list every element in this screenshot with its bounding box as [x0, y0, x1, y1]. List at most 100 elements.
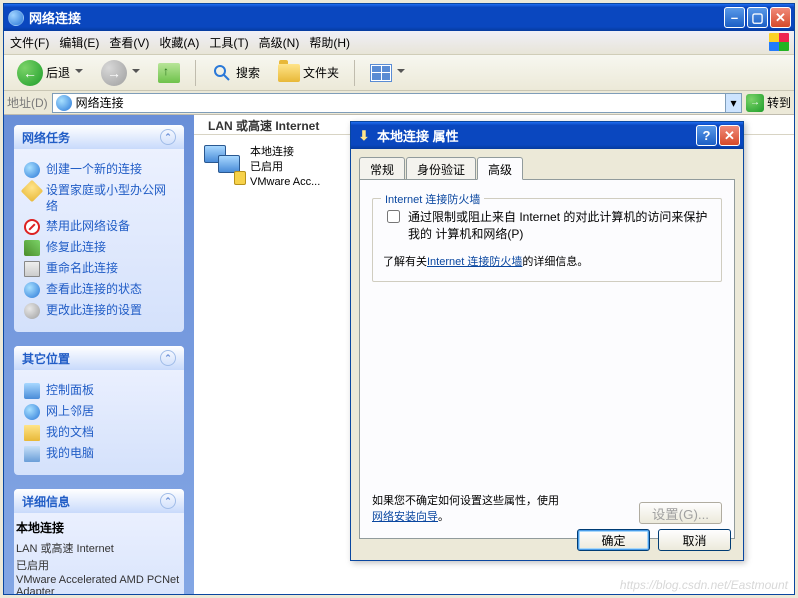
panel-title: 其它位置 — [22, 350, 70, 367]
menubar: 文件(F) 编辑(E) 查看(V) 收藏(A) 工具(T) 高级(N) 帮助(H… — [4, 31, 794, 55]
network-icon — [56, 95, 72, 111]
collapse-icon[interactable]: ⌃ — [160, 350, 176, 366]
rename-icon — [24, 261, 40, 277]
task-create-connection[interactable]: 创建一个新的连接 — [24, 162, 174, 178]
other-places-header[interactable]: 其它位置 ⌃ — [14, 346, 184, 370]
computer-icon — [24, 446, 40, 462]
wizard-link[interactable]: 网络安装向导 — [372, 511, 438, 523]
firewall-checkbox-row[interactable]: 通过限制或阻止来自 Internet 的对此计算机的访问来保护我的 计算机和网络… — [383, 209, 711, 243]
task-disable-device[interactable]: 禁用此网络设备 — [24, 219, 174, 235]
control-panel-icon — [24, 383, 40, 399]
tab-general[interactable]: 常规 — [359, 157, 405, 179]
place-network-neighborhood[interactable]: 网上邻居 — [24, 404, 174, 420]
info-icon — [24, 282, 40, 298]
forward-button[interactable]: → — [94, 56, 147, 90]
dropdown-icon[interactable] — [132, 69, 140, 77]
tab-page: Internet 连接防火墙 通过限制或阻止来自 Internet 的对此计算机… — [359, 179, 735, 539]
close-button[interactable]: ✕ — [770, 7, 791, 28]
menu-tools[interactable]: 工具(T) — [209, 34, 248, 51]
search-button[interactable]: 搜索 — [204, 58, 267, 88]
up-button[interactable] — [151, 59, 187, 87]
conn-status: 已启用 — [250, 160, 320, 175]
tab-advanced[interactable]: 高级 — [477, 157, 523, 180]
separator — [354, 60, 355, 86]
menu-adv[interactable]: 高级(N) — [259, 34, 300, 51]
address-dropdown[interactable]: ▾ — [725, 94, 741, 112]
dropdown-icon[interactable] — [75, 69, 83, 77]
menu-help[interactable]: 帮助(H) — [309, 34, 350, 51]
detail-device: VMware Accelerated AMD PCNet Adapter — [16, 574, 182, 594]
menu-file[interactable]: 文件(F) — [10, 34, 49, 51]
collapse-icon[interactable]: ⌃ — [160, 129, 176, 145]
tab-auth[interactable]: 身份验证 — [406, 157, 476, 179]
titlebar[interactable]: 网络连接 – ▢ ✕ — [4, 4, 794, 31]
address-value: 网络连接 — [76, 94, 124, 111]
tab-strip: 常规 身份验证 高级 — [359, 157, 735, 179]
search-label: 搜索 — [236, 64, 260, 81]
repair-icon — [24, 240, 40, 256]
lock-icon — [234, 171, 246, 185]
go-icon: → — [746, 94, 764, 112]
task-rename[interactable]: 重命名此连接 — [24, 261, 174, 277]
up-folder-icon — [158, 63, 180, 83]
bottom-hint: 如果您不确定如何设置这些属性，使用 网络安装向导。 — [372, 492, 559, 524]
address-label: 地址(D) — [7, 94, 48, 111]
panel-title: 网络任务 — [22, 129, 70, 146]
dialog-help-button[interactable]: ? — [696, 125, 717, 146]
minimize-button[interactable]: – — [724, 7, 745, 28]
maximize-button[interactable]: ▢ — [747, 7, 768, 28]
settings-button: 设置(G)... — [639, 502, 722, 524]
menu-view[interactable]: 查看(V) — [109, 34, 149, 51]
task-setup-network[interactable]: 设置家庭或小型办公网络 — [24, 183, 174, 214]
dropdown-icon[interactable] — [397, 69, 405, 77]
collapse-icon[interactable]: ⌃ — [160, 493, 176, 509]
ban-icon — [24, 219, 40, 235]
folders-label: 文件夹 — [303, 64, 339, 81]
place-my-documents[interactable]: 我的文档 — [24, 425, 174, 441]
toolbar: ← 后退 → 搜索 文件夹 — [4, 55, 794, 91]
folders-button[interactable]: 文件夹 — [271, 60, 346, 86]
task-repair[interactable]: 修复此连接 — [24, 240, 174, 256]
properties-dialog: ⬇ 本地连接 属性 ? ✕ 常规 身份验证 高级 Internet 连接防火墙 … — [350, 121, 744, 561]
address-field[interactable]: 网络连接 ▾ — [52, 93, 742, 113]
firewall-checkbox[interactable] — [387, 210, 400, 223]
dialog-title: 本地连接 属性 — [377, 126, 696, 145]
back-button[interactable]: ← 后退 — [10, 56, 90, 90]
separator — [195, 60, 196, 86]
task-status[interactable]: 查看此连接的状态 — [24, 282, 174, 298]
view-icon — [370, 64, 392, 82]
back-label: 后退 — [46, 64, 70, 81]
watermark: https://blog.csdn.net/Eastmount — [620, 578, 788, 592]
app-icon — [8, 10, 24, 26]
ok-button[interactable]: 确定 — [577, 529, 650, 551]
learn-more-text: 了解有关Internet 连接防火墙的详细信息。 — [383, 253, 711, 269]
task-settings[interactable]: 更改此连接的设置 — [24, 303, 174, 319]
detail-type: LAN 或高速 Internet — [16, 540, 182, 556]
conn-name: 本地连接 — [250, 145, 320, 160]
globe-icon — [24, 162, 40, 178]
detail-status: 已启用 — [16, 557, 182, 573]
details-header[interactable]: 详细信息 ⌃ — [14, 489, 184, 513]
network-tasks-header[interactable]: 网络任务 ⌃ — [14, 125, 184, 149]
conn-device: VMware Acc... — [250, 175, 320, 190]
connection-icon — [204, 145, 244, 185]
learn-link[interactable]: Internet 连接防火墙 — [427, 256, 522, 268]
cancel-button[interactable]: 取消 — [658, 529, 731, 551]
forward-arrow-icon: → — [101, 60, 127, 86]
place-control-panel[interactable]: 控制面板 — [24, 383, 174, 399]
firewall-label: 通过限制或阻止来自 Internet 的对此计算机的访问来保护我的 计算机和网络… — [408, 209, 711, 243]
place-my-computer[interactable]: 我的电脑 — [24, 446, 174, 462]
documents-icon — [24, 425, 40, 441]
gear-icon — [21, 180, 44, 203]
view-button[interactable] — [363, 60, 412, 86]
dialog-close-button[interactable]: ✕ — [719, 125, 740, 146]
menu-fav[interactable]: 收藏(A) — [159, 34, 199, 51]
menu-edit[interactable]: 编辑(E) — [59, 34, 99, 51]
detail-name: 本地连接 — [16, 519, 182, 536]
windows-flag-icon — [769, 33, 789, 51]
go-button[interactable]: → 转到 — [746, 94, 791, 112]
dialog-icon: ⬇ — [356, 128, 372, 144]
dialog-titlebar[interactable]: ⬇ 本地连接 属性 ? ✕ — [351, 122, 743, 149]
panel-title: 详细信息 — [22, 493, 70, 510]
task-pane: 网络任务 ⌃ 创建一个新的连接 设置家庭或小型办公网络 禁用此网络设备 修复此连… — [4, 115, 194, 594]
